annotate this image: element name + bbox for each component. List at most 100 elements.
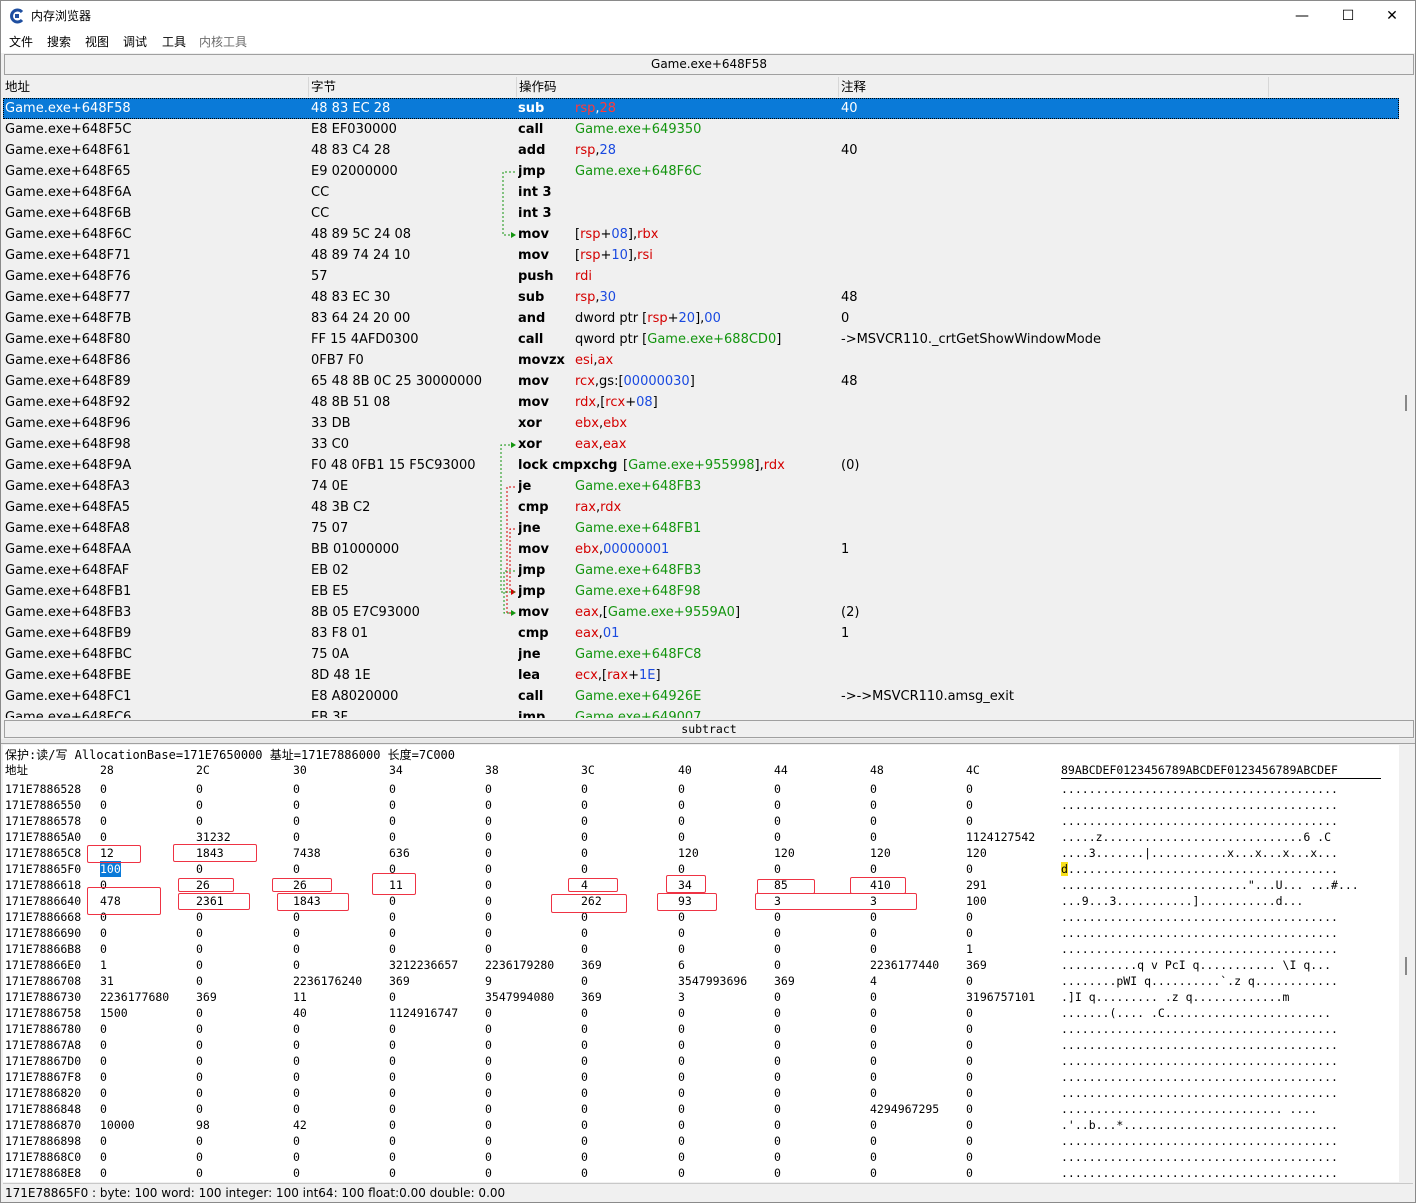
hex-value[interactable]: 0 [870, 861, 877, 877]
hex-value[interactable]: 0 [966, 1069, 973, 1085]
hex-value[interactable]: 0 [581, 1069, 588, 1085]
hex-row[interactable]: 171E7886758 1500 0 40 1124916747 0 0 0 0 0 0 .....… [3, 1005, 1399, 1021]
hex-value[interactable]: 0 [389, 829, 396, 845]
menu-view[interactable]: 视图 [85, 34, 109, 50]
hex-row[interactable]: 171E7886848 0 0 0 0 0 0 0 0 4294967295 0..........… [3, 1101, 1399, 1117]
disasm-row[interactable]: Game.exe+648F76 57 push rdi [3, 266, 1399, 287]
hex-value[interactable]: 1 [966, 941, 973, 957]
hex-value[interactable]: 0 [966, 861, 973, 877]
hex-row[interactable]: 171E7886870 10000 98 42 0 0 0 0 0 0 0 .'..b...*....… [3, 1117, 1399, 1133]
hex-value[interactable]: 0 [293, 861, 300, 877]
hex-value[interactable]: 0 [196, 1101, 203, 1117]
hex-value[interactable]: 369 [196, 989, 217, 1005]
hex-value[interactable]: 0 [966, 925, 973, 941]
hex-value[interactable]: 1124127542 [966, 829, 1035, 845]
disasm-row[interactable]: Game.exe+648F61 48 83 C4 28 add rsp,28 40 [3, 140, 1399, 161]
disasm-row[interactable]: Game.exe+648F92 48 8B 51 08 mov rdx,[rcx+08… [3, 392, 1399, 413]
menu-search[interactable]: 搜索 [47, 34, 71, 50]
hex-value[interactable]: 369 [581, 957, 602, 973]
hex-value[interactable]: 0 [581, 813, 588, 829]
hex-row[interactable]: 171E7886730 2236177680 369 11 0 3547994080 369… [3, 989, 1399, 1005]
hex-value[interactable]: 0 [293, 1165, 300, 1181]
hex-value[interactable]: 1500 [100, 1005, 128, 1021]
hex-value[interactable]: 0 [678, 1149, 685, 1165]
hex-value[interactable]: 0 [870, 1149, 877, 1165]
hex-value[interactable]: 291 [966, 877, 987, 893]
hex-value[interactable]: 0 [678, 1085, 685, 1101]
hex-row[interactable]: 171E78867F8 0 0 0 0 0 0 0 0 0 0...................… [3, 1069, 1399, 1085]
hex-value[interactable]: 6 [678, 957, 685, 973]
disasm-row[interactable]: Game.exe+648FBC 75 0A jne Game.exe+648FC8 [3, 644, 1399, 665]
hex-value[interactable]: 0 [100, 1149, 107, 1165]
hex-value[interactable]: 0 [485, 1085, 492, 1101]
hex-value[interactable]: 31 [100, 973, 114, 989]
hex-value[interactable]: 0 [100, 1085, 107, 1101]
hex-value[interactable]: 0 [196, 1085, 203, 1101]
disasm-row[interactable]: Game.exe+648F86 0FB7 F0 movzx esi,ax [3, 350, 1399, 371]
hex-value[interactable]: 0 [774, 1005, 781, 1021]
hex-value[interactable]: 0 [966, 973, 973, 989]
column-header-address[interactable]: 地址 [3, 77, 309, 97]
hex-value[interactable]: 0 [100, 1101, 107, 1117]
hex-value[interactable]: 0 [100, 1069, 107, 1085]
hex-value[interactable]: 0 [678, 1165, 685, 1181]
hex-value[interactable]: 0 [196, 941, 203, 957]
hex-value[interactable]: 0 [870, 1133, 877, 1149]
hex-value[interactable]: 0 [774, 1085, 781, 1101]
disasm-row[interactable]: Game.exe+648F6B CC int 3 [3, 203, 1399, 224]
hex-value[interactable]: 0 [678, 829, 685, 845]
hex-value[interactable]: 0 [870, 909, 877, 925]
hex-value[interactable]: 0 [581, 781, 588, 797]
hex-row[interactable]: 171E78866E0 1 0 0 3212236657 2236179280 369 6 0 2… [3, 957, 1399, 973]
hex-value[interactable]: 0 [581, 1005, 588, 1021]
hex-row[interactable]: 171E78866B8 0 0 0 0 0 0 0 0 0 1...................… [3, 941, 1399, 957]
hex-value[interactable]: 0 [100, 797, 107, 813]
hex-value[interactable]: 0 [293, 909, 300, 925]
hex-value[interactable]: 0 [293, 1037, 300, 1053]
hex-value[interactable]: 0 [870, 1053, 877, 1069]
hex-value[interactable]: 0 [774, 1053, 781, 1069]
hex-value[interactable]: 0 [966, 1149, 973, 1165]
hex-value[interactable]: 0 [678, 909, 685, 925]
hex-value[interactable]: 0 [293, 1149, 300, 1165]
hex-value[interactable]: 369 [774, 973, 795, 989]
hex-value[interactable]: 0 [966, 1037, 973, 1053]
hex-value[interactable]: 0 [389, 797, 396, 813]
hex-value[interactable]: 40 [293, 1005, 307, 1021]
hex-value[interactable]: 369 [389, 973, 410, 989]
disasm-row[interactable]: Game.exe+648F71 48 89 74 24 10 mov [rsp+10]… [3, 245, 1399, 266]
hex-view[interactable]: 保护:读/写 AllocationBase=171E7650000 基址=171… [3, 745, 1399, 1182]
hex-value[interactable]: 0 [678, 1005, 685, 1021]
hex-value[interactable]: 0 [774, 957, 781, 973]
hex-value[interactable]: 0 [870, 925, 877, 941]
hex-row[interactable]: 171E78867A8 0 0 0 0 0 0 0 0 0 0...................… [3, 1037, 1399, 1053]
hex-value[interactable]: 0 [100, 1165, 107, 1181]
hex-value[interactable]: 0 [389, 1165, 396, 1181]
hex-row[interactable]: 171E78868C0 0 0 0 0 0 0 0 0 0 0...................… [3, 1149, 1399, 1165]
hex-row[interactable]: 171E78868E8 0 0 0 0 0 0 0 0 0 0...................… [3, 1165, 1399, 1181]
hex-value[interactable]: 0 [870, 1117, 877, 1133]
hex-value[interactable]: 42 [293, 1117, 307, 1133]
hex-value[interactable]: 0 [293, 925, 300, 941]
hex-value[interactable]: 0 [293, 957, 300, 973]
hex-value[interactable]: 0 [774, 1037, 781, 1053]
hex-value[interactable]: 0 [774, 813, 781, 829]
hex-value[interactable]: 0 [100, 1053, 107, 1069]
hex-value[interactable]: 0 [966, 1117, 973, 1133]
hex-value[interactable]: 2236177440 [870, 957, 939, 973]
hex-value[interactable]: 0 [485, 829, 492, 845]
disasm-row[interactable]: Game.exe+648F80 FF 15 4AFD0300 call qword p… [3, 329, 1399, 350]
close-button[interactable]: ✕ [1369, 1, 1415, 31]
hex-value[interactable]: 0 [485, 1037, 492, 1053]
hex-value[interactable]: 0 [196, 861, 203, 877]
hex-value[interactable]: 0 [196, 1149, 203, 1165]
hex-row[interactable]: 171E7886780 0 0 0 0 0 0 0 0 0 0...................… [3, 1021, 1399, 1037]
hex-value[interactable]: 7438 [293, 845, 321, 861]
hex-value[interactable]: 0 [966, 1165, 973, 1181]
hex-value[interactable]: 3547994080 [485, 989, 554, 1005]
hex-value[interactable]: 0 [774, 861, 781, 877]
menu-kernel-tools[interactable]: 内核工具 [199, 34, 247, 50]
hex-value[interactable]: 0 [389, 1085, 396, 1101]
disasm-row[interactable]: Game.exe+648FC6 EB 3F jmp Game.exe+649007 [3, 707, 1399, 718]
hex-value[interactable]: 0 [100, 925, 107, 941]
